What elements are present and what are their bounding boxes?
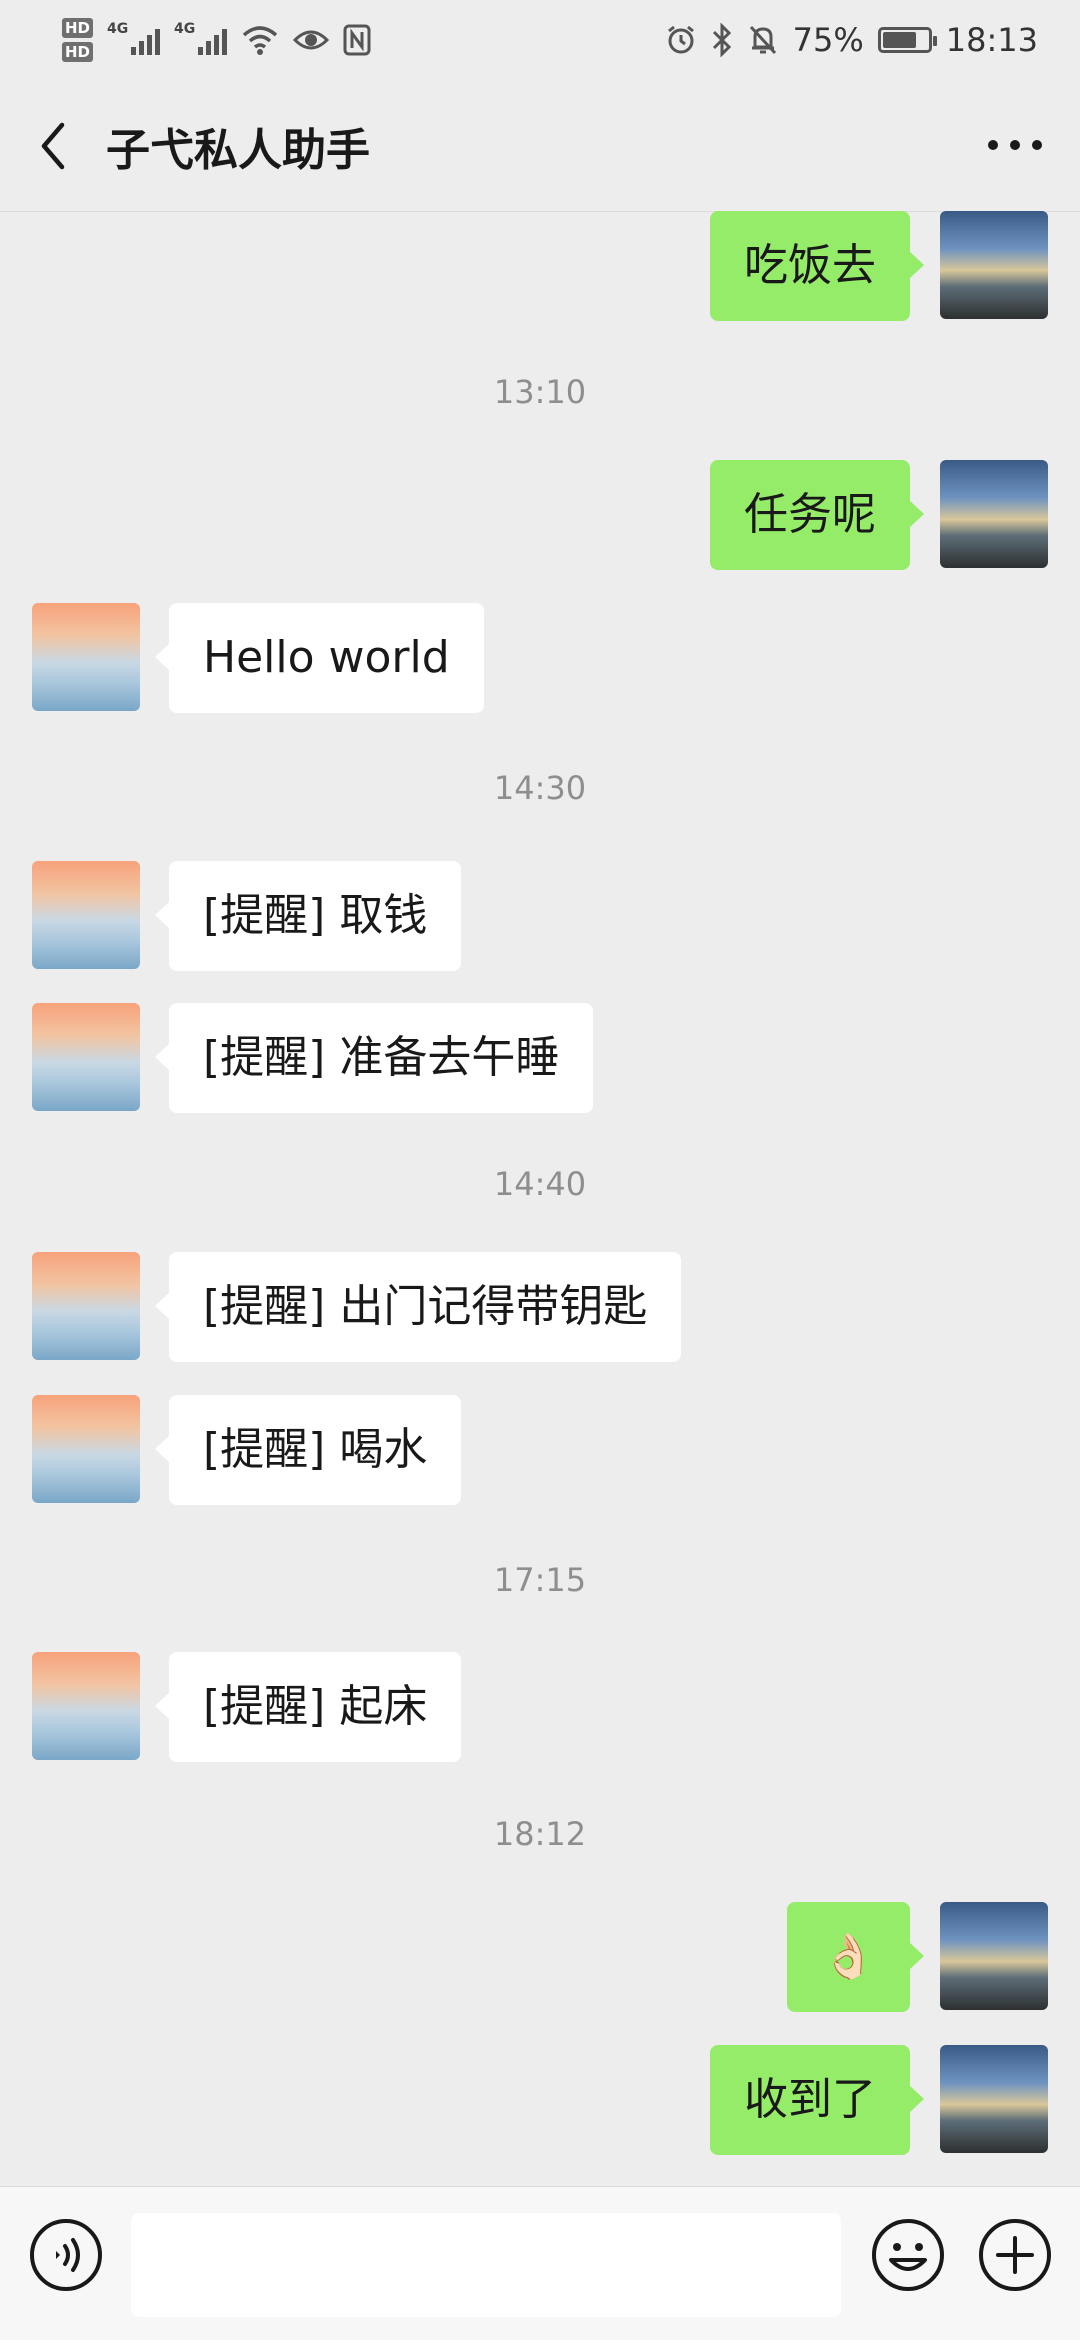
alarm-icon xyxy=(667,25,694,54)
voice-icon xyxy=(30,2219,102,2291)
message-bubble-bot[interactable]: [提醒] 准备去午睡 xyxy=(154,1003,594,1113)
user-avatar[interactable] xyxy=(940,1902,1048,2010)
message-row-self: 吃饭去 xyxy=(0,211,1080,321)
back-button[interactable] xyxy=(0,80,106,212)
assistant-avatar[interactable] xyxy=(32,861,140,969)
network-type-2: 4G xyxy=(174,21,196,37)
add-button[interactable] xyxy=(975,2215,1055,2295)
message-bubble-bot[interactable]: [提醒] 取钱 xyxy=(154,861,462,971)
message-timestamp: 17:15 xyxy=(493,1561,587,1599)
battery-percent: 75% xyxy=(792,21,864,59)
battery-icon xyxy=(877,27,937,53)
message-row-bot: [提醒] 起床 xyxy=(0,1652,1080,1762)
message-row-bot: [提醒] 喝水 xyxy=(0,1395,1080,1505)
user-avatar[interactable] xyxy=(940,2045,1048,2153)
message-timestamp: 18:12 xyxy=(493,1815,587,1853)
message-row-self: 收到了 xyxy=(0,2045,1080,2155)
hd-badge-2: HD xyxy=(62,42,94,62)
bluetooth-icon xyxy=(712,23,731,57)
assistant-avatar[interactable] xyxy=(32,1252,140,1360)
user-avatar[interactable] xyxy=(940,460,1048,568)
assistant-avatar[interactable] xyxy=(32,1003,140,1111)
message-timestamp: 13:10 xyxy=(493,373,587,411)
hd-badges: HD HD xyxy=(62,18,94,62)
message-bubble-self[interactable]: 任务呢 xyxy=(710,460,924,570)
chat-title: 子弋私人助手 xyxy=(106,124,370,176)
message-bubble-bot[interactable]: [提醒] 出门记得带钥匙 xyxy=(154,1252,682,1362)
status-bar-left: HD HD 4G 4G xyxy=(62,18,371,62)
eye-icon xyxy=(293,30,330,50)
message-timestamp: 14:40 xyxy=(493,1165,587,1203)
message-row-bot: [提醒] 准备去午睡 xyxy=(0,1003,1080,1113)
message-row-bot: Hello world xyxy=(0,603,1080,713)
message-input[interactable] xyxy=(131,2213,841,2317)
assistant-avatar[interactable] xyxy=(32,603,140,711)
mute-bell-icon xyxy=(749,25,776,55)
message-row-self: 任务呢 xyxy=(0,460,1080,570)
assistant-avatar[interactable] xyxy=(32,1395,140,1503)
plus-circle-icon xyxy=(979,2219,1051,2291)
message-bubble-bot[interactable]: Hello world xyxy=(155,603,484,713)
voice-button[interactable] xyxy=(26,2215,106,2295)
hd-badge-1: HD xyxy=(62,18,94,38)
user-avatar[interactable] xyxy=(940,211,1048,319)
message-bubble-bot[interactable]: [提醒] 起床 xyxy=(154,1652,462,1762)
more-options-button[interactable] xyxy=(970,110,1060,180)
message-row-self: 👌🏻 xyxy=(0,1902,1080,2012)
message-bubble-bot[interactable]: [提醒] 喝水 xyxy=(154,1395,462,1505)
message-bubble-self[interactable]: 收到了 xyxy=(710,2045,924,2155)
emoji-icon xyxy=(872,2219,944,2291)
status-bar-right: 75% 18:13 xyxy=(665,21,1038,59)
cell-signal-1-icon: 4G xyxy=(107,21,161,55)
message-bubble-self[interactable]: 👌🏻 xyxy=(787,1902,924,2012)
wifi-icon xyxy=(242,26,278,55)
status-time: 18:13 xyxy=(945,21,1038,59)
more-dots-icon xyxy=(988,140,1042,150)
nfc-icon xyxy=(343,24,371,56)
emoji-button[interactable] xyxy=(868,2215,948,2295)
battery-fill xyxy=(882,32,916,48)
chat-screen: HD HD 4G 4G 75% 18:13 子弋私人助手 吃饭去 13:10 任… xyxy=(0,0,1080,2340)
chevron-left-icon xyxy=(41,122,65,169)
message-timestamp: 14:30 xyxy=(493,769,587,807)
chat-header: 子弋私人助手 xyxy=(0,80,1080,212)
message-row-bot: [提醒] 取钱 xyxy=(0,861,1080,971)
assistant-avatar[interactable] xyxy=(32,1652,140,1760)
message-row-bot: [提醒] 出门记得带钥匙 xyxy=(0,1252,1080,1362)
input-bar xyxy=(0,2186,1080,2340)
message-bubble-self[interactable]: 吃饭去 xyxy=(710,211,924,321)
status-bar: HD HD 4G 4G 75% 18:13 xyxy=(0,0,1080,80)
network-type-1: 4G xyxy=(107,21,129,37)
cell-signal-2-icon: 4G xyxy=(174,21,228,55)
